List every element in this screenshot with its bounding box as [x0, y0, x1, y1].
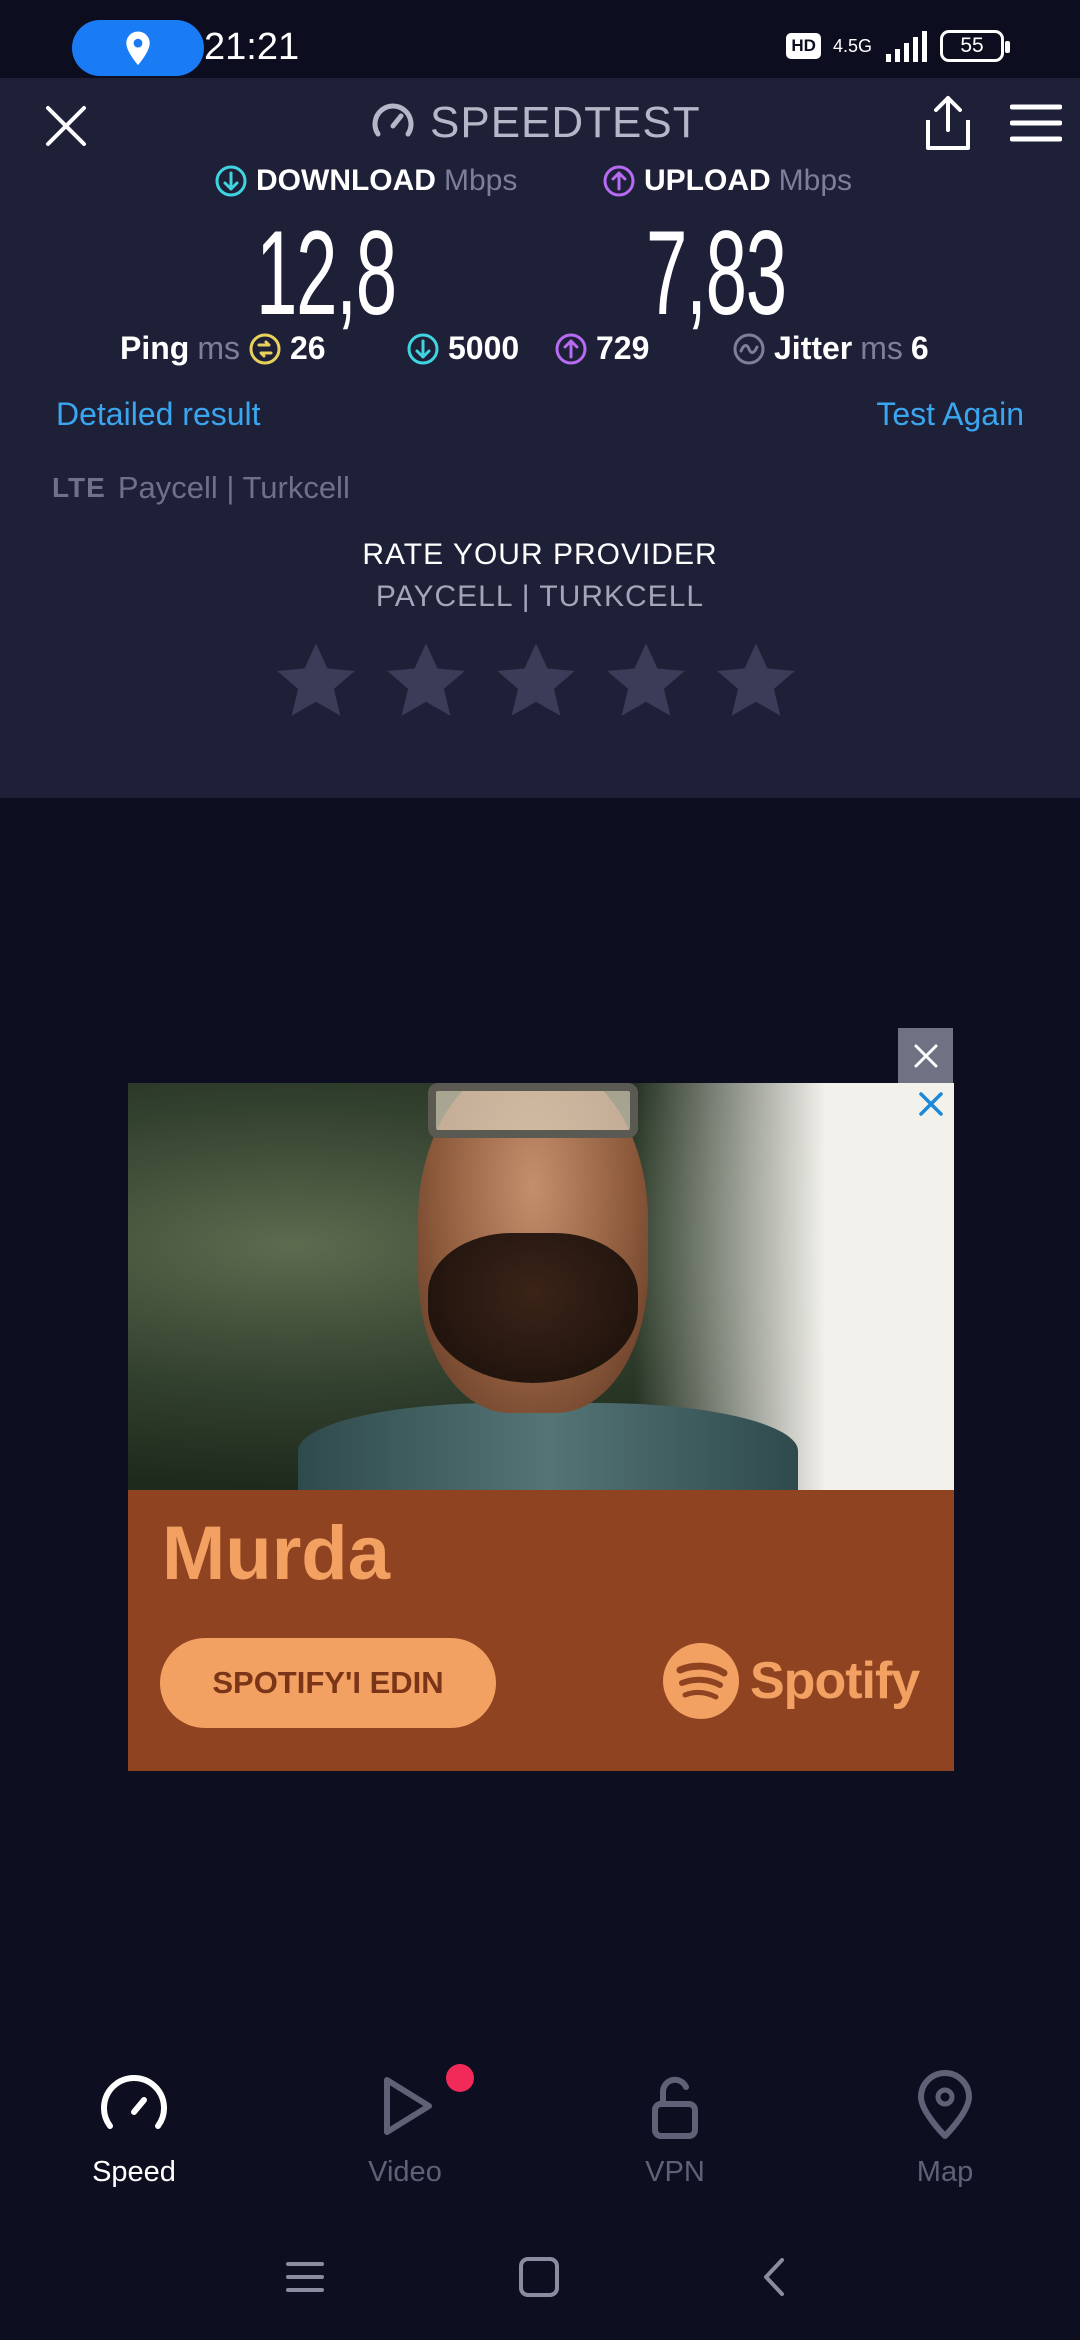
back-icon[interactable] [752, 2254, 798, 2300]
upload-unit: Mbps [778, 164, 853, 197]
hd-badge: HD [786, 33, 821, 59]
ping-upload-value: 729 [596, 330, 650, 366]
ad-choices-close-icon[interactable] [916, 1089, 946, 1119]
battery-level: 55 [960, 34, 984, 57]
jitter-label: Jitter [774, 330, 853, 366]
network-tech: LTE [52, 472, 106, 503]
jitter-unit: ms [860, 330, 903, 366]
download-arrow-icon [215, 165, 247, 197]
speedometer-icon [372, 103, 414, 137]
star-icon[interactable] [712, 638, 800, 724]
system-nav-bar [0, 2230, 1080, 2340]
spotify-icon [663, 1643, 739, 1719]
jitter-value: 6 [910, 330, 929, 366]
provider-info: LTE Paycell | Turkcell [52, 470, 350, 506]
detailed-result-link[interactable]: Detailed result [56, 396, 261, 433]
ad-close-button[interactable] [898, 1028, 953, 1083]
star-icon[interactable] [492, 638, 580, 724]
ad-content: Murda SPOTIFY'I EDIN Spotify [128, 1490, 954, 1771]
nav-vpn[interactable]: VPN [595, 2070, 755, 2189]
unlock-icon [652, 2076, 698, 2139]
ad-artist-photo [128, 1083, 954, 1490]
star-icon[interactable] [272, 638, 360, 724]
network-type: 4.5G [832, 36, 872, 56]
ping-stat: Ping ms 26 [120, 330, 326, 367]
recent-apps-icon[interactable] [282, 2254, 328, 2300]
star-rating [272, 638, 800, 724]
nav-video-label: Video [368, 2156, 442, 2188]
upload-arrow-icon [603, 165, 635, 197]
result-panel: SPEEDTEST DOWNLOAD Mbps UPLOAD Mbps 12,8… [0, 78, 1080, 798]
battery-indicator: 55 [940, 30, 1010, 62]
test-again-link[interactable]: Test Again [876, 396, 1024, 433]
ping-download-stat: 5000 [406, 330, 519, 367]
download-label: DOWNLOAD [256, 164, 436, 197]
clock: 21:21 [204, 26, 300, 68]
download-value: 12,8 [256, 206, 397, 340]
close-icon[interactable] [40, 100, 92, 152]
rate-provider-title: RATE YOUR PROVIDER [362, 538, 718, 571]
nav-vpn-label: VPN [645, 2156, 705, 2188]
upload-label: UPLOAD [644, 164, 771, 197]
upload-arrow-icon [555, 333, 587, 364]
rate-provider-name: PAYCELL | TURKCELL [375, 580, 705, 613]
ad-banner[interactable]: Murda SPOTIFY'I EDIN Spotify [128, 1083, 954, 1771]
provider-name: Paycell | Turkcell [117, 470, 350, 505]
hamburger-menu-icon[interactable] [1010, 102, 1062, 144]
upload-value: 7,83 [646, 206, 787, 340]
jitter-stat: Jitter ms 6 [732, 330, 929, 367]
stats-row: Ping ms 26 5000 729 Jitter ms 6 [0, 330, 1080, 380]
app-header: SPEEDTEST [0, 78, 1080, 168]
home-icon[interactable] [516, 2254, 562, 2300]
ping-unit: ms [197, 330, 240, 366]
star-icon[interactable] [382, 638, 470, 724]
app-title: SPEEDTEST [430, 98, 701, 147]
ping-label: Ping [120, 330, 190, 366]
location-pin-icon [126, 31, 150, 66]
nav-map-label: Map [916, 2156, 974, 2188]
app-brand: SPEEDTEST [370, 98, 701, 148]
ad-brand-name: Spotify [750, 1652, 920, 1710]
signal-icon [886, 31, 927, 62]
video-notification-badge [446, 2064, 474, 2092]
ping-upload-stat: 729 [554, 330, 649, 367]
status-bar: 21:21 HD 4.5G 55 [0, 0, 1080, 78]
ad-cta-button[interactable]: SPOTIFY'I EDIN [160, 1638, 496, 1728]
download-arrow-icon [407, 333, 439, 364]
ad-artist-name: Murda [162, 1511, 390, 1596]
speedometer-icon [101, 2075, 167, 2129]
download-header: DOWNLOAD Mbps [214, 164, 517, 198]
nav-map[interactable]: Map [865, 2070, 1025, 2189]
nav-speed[interactable]: Speed [54, 2070, 214, 2189]
map-pin-icon [918, 2070, 972, 2139]
play-icon [384, 2077, 432, 2135]
download-unit: Mbps [443, 164, 518, 197]
bottom-nav: Speed Video VPN Map [0, 2060, 1080, 2220]
jitter-icon [733, 333, 765, 364]
nav-speed-label: Speed [92, 2156, 176, 2188]
ping-icon [249, 333, 281, 364]
ping-value: 26 [289, 330, 326, 366]
ping-download-value: 5000 [448, 330, 520, 366]
star-icon[interactable] [602, 638, 690, 724]
share-icon[interactable] [922, 94, 974, 152]
spotify-logo: Spotify [662, 1642, 920, 1720]
close-icon [914, 1044, 937, 1067]
location-indicator[interactable] [72, 20, 204, 76]
upload-header: UPLOAD Mbps [602, 164, 852, 198]
